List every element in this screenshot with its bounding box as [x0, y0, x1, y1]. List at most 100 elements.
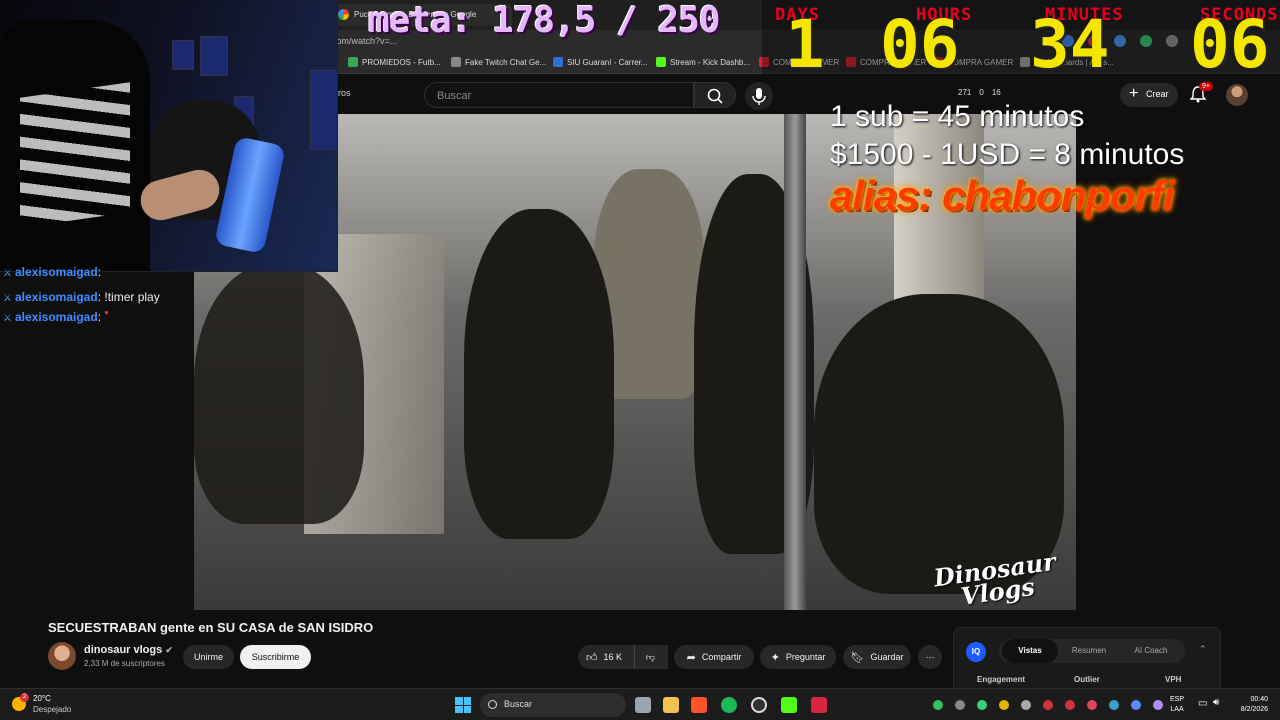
weather-badge: 2	[20, 693, 29, 702]
thumbs-down-icon: 👎︎	[645, 651, 656, 662]
ask-button[interactable]: ✦ Preguntar	[760, 645, 836, 669]
more-icon: ⋯	[925, 651, 935, 662]
tray-icon[interactable]	[1153, 700, 1163, 710]
donation-alias: alias: chabonporfi	[830, 172, 1175, 219]
tab-resumen[interactable]: Resumen	[1061, 639, 1117, 663]
verified-icon: ✔	[165, 645, 173, 655]
bookmark-favicon	[656, 57, 666, 67]
col-vph: VPH	[1165, 675, 1182, 684]
save-button[interactable]: 🔖︎ Guardar	[843, 645, 911, 669]
timer-hours: 06	[880, 6, 960, 83]
language-indicator[interactable]: ESP LAA	[1170, 695, 1184, 715]
tray-icon[interactable]	[1087, 700, 1097, 710]
chat-message: ⚔ alexisomaigad:	[3, 265, 102, 279]
col-engagement: Engagement	[977, 675, 1026, 684]
subscriber-count: 2,33 M de suscriptores	[84, 659, 165, 668]
volume-icon[interactable]: 🔊︎	[1213, 697, 1219, 708]
stat-value: 271	[958, 88, 972, 97]
channel-avatar[interactable]	[48, 642, 76, 670]
subscribe-button[interactable]: Suscribirme	[240, 645, 311, 669]
webcam-feed	[0, 0, 338, 272]
tray-icon[interactable]	[977, 700, 987, 710]
tab-ai-coach[interactable]: AI Coach	[1120, 639, 1182, 663]
bookmark-item[interactable]: PROMIEDOS - Futb...	[348, 57, 441, 67]
panel-tabs: Vistas Resumen AI Coach	[999, 639, 1185, 663]
spotify-icon[interactable]	[721, 697, 737, 713]
timer-days: 1	[785, 6, 825, 83]
thumbs-up-icon: 👍︎	[586, 651, 598, 664]
create-button[interactable]: Crear	[1120, 83, 1178, 107]
wall-poster	[172, 40, 194, 70]
chat-message: ⚔ alexisomaigad: ♥	[3, 310, 109, 324]
stat-value: 16	[991, 88, 1001, 97]
notification-badge: 9+	[1199, 82, 1213, 91]
search-input[interactable]: Buscar	[424, 82, 694, 108]
video-title: SECUESTRABAN gente en SU CASA de SAN ISI…	[48, 620, 374, 635]
tray-icon[interactable]	[1065, 700, 1075, 710]
timer-seconds: 06	[1190, 6, 1270, 83]
tab-vistas[interactable]: Vistas	[1002, 639, 1058, 663]
flag-pole	[784, 114, 806, 610]
extension-stats: 271 0 16	[958, 88, 1001, 97]
file-explorer-icon[interactable]	[663, 697, 679, 713]
bookmark-favicon	[553, 57, 563, 67]
panel-logo: IQ	[966, 642, 986, 662]
network-icon[interactable]: ▭	[1198, 698, 1207, 709]
bookmark-item[interactable]: SIU Guaraní - Carrer...	[553, 57, 647, 67]
tray-icon[interactable]	[1043, 700, 1053, 710]
windows-start-icon[interactable]	[455, 697, 471, 713]
analytics-panel: IQ Vistas Resumen AI Coach ⌃ Engagement …	[953, 627, 1221, 697]
share-button[interactable]: ➦ Compartir	[674, 645, 754, 669]
tray-icon[interactable]	[1109, 700, 1119, 710]
col-outlier: Outlier	[1074, 675, 1100, 684]
search-icon	[707, 88, 723, 104]
tray-icon[interactable]	[933, 700, 943, 710]
heart-icon: ♥	[104, 310, 109, 317]
wall-poster	[200, 36, 228, 76]
rate-donation: $1500 - 1USD = 8 minutos	[830, 138, 1185, 171]
kick-icon[interactable]	[781, 697, 797, 713]
tray-icon[interactable]	[999, 700, 1009, 710]
bookmark-item[interactable]: Fake Twitch Chat Ge...	[451, 57, 546, 67]
voice-search-button[interactable]	[745, 82, 773, 110]
rate-sub: 1 sub = 45 minutos	[830, 100, 1085, 133]
sword-icon: ⚔	[3, 313, 12, 324]
system-clock[interactable]: 00:40 8/2/2026	[1228, 695, 1268, 715]
app-icon[interactable]	[811, 697, 827, 713]
sword-icon: ⚔	[3, 268, 12, 279]
account-avatar[interactable]	[1226, 84, 1248, 106]
weather-condition: Despejado	[33, 705, 72, 714]
sparkle-icon: ✦	[770, 651, 780, 664]
horse-sculpture	[464, 209, 614, 539]
share-icon: ➦	[686, 651, 696, 664]
temperature: 20°C	[33, 694, 51, 703]
windows-taskbar: 2 20°C Despejado Buscar ESP LAA ▭ 🔊︎ 00:4…	[0, 688, 1280, 720]
horse-sculpture	[194, 264, 364, 524]
wall-poster	[310, 70, 337, 150]
tray-icon[interactable]	[955, 700, 965, 710]
obs-icon[interactable]	[751, 697, 767, 713]
mic-icon	[752, 88, 766, 105]
bookmark-favicon	[451, 57, 461, 67]
chevron-up-icon[interactable]: ⌃	[1199, 644, 1207, 655]
bookmark-item[interactable]: Stream - Kick Dashb...	[656, 57, 750, 67]
taskbar-search[interactable]: Buscar	[480, 693, 626, 717]
google-icon	[338, 9, 349, 20]
timer-minutes: 34	[1030, 6, 1110, 83]
bookmark-icon: 🔖︎	[850, 651, 865, 664]
streamer-body	[0, 20, 150, 271]
filter-label[interactable]: ros	[338, 88, 351, 98]
search-button[interactable]	[694, 82, 736, 108]
task-view-icon[interactable]	[635, 697, 651, 713]
tray-icon[interactable]	[1131, 700, 1141, 710]
dislike-button[interactable]: 👎︎	[634, 645, 666, 669]
bookmark-favicon	[348, 57, 358, 67]
horse-sculpture	[814, 294, 1064, 594]
brave-icon[interactable]	[691, 697, 707, 713]
chat-message: ⚔ alexisomaigad: !timer play	[3, 290, 160, 304]
tray-icon[interactable]	[1021, 700, 1031, 710]
stat-value: 0	[979, 88, 984, 97]
more-actions-button[interactable]: ⋯	[918, 645, 942, 669]
channel-name[interactable]: dinosaur vlogs ✔	[84, 644, 173, 656]
join-button[interactable]: Unirme	[183, 645, 234, 669]
